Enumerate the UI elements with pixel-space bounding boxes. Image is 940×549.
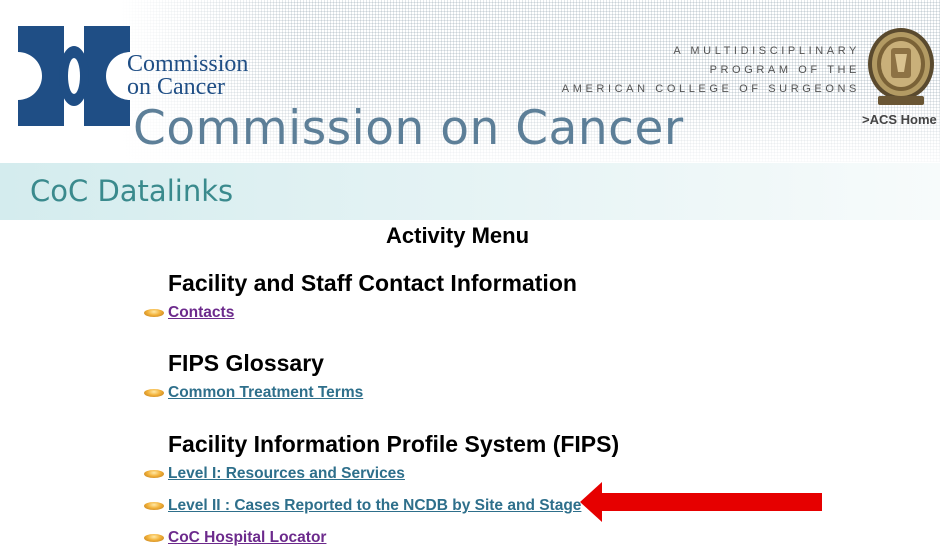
- red-left-arrow-icon: [580, 482, 822, 522]
- menu-link-contacts[interactable]: Contacts: [144, 302, 234, 324]
- coc-logo-icon[interactable]: [18, 26, 130, 126]
- site-title: Commission on Cancer: [133, 101, 684, 156]
- site-header: Commission on Cancer Commission on Cance…: [0, 0, 940, 162]
- link-label[interactable]: Level I: Resources and Services: [168, 465, 405, 483]
- datalinks-title: CoC Datalinks: [30, 174, 234, 208]
- menu-link-level-1[interactable]: Level I: Resources and Services: [144, 463, 405, 485]
- link-label[interactable]: Level II : Cases Reported to the NCDB by…: [168, 497, 581, 515]
- gold-oval-bullet-icon: [144, 389, 164, 397]
- section-heading-fips-glossary: FIPS Glossary: [168, 350, 324, 376]
- logo-line-2: on Cancer: [127, 74, 225, 100]
- logo-wordmark: Commission on Cancer: [127, 51, 249, 100]
- acs-home-link[interactable]: >ACS Home: [862, 112, 937, 127]
- acs-tagline-line-3: AMERICAN COLLEGE OF SURGEONS: [561, 83, 860, 95]
- link-label[interactable]: CoC Hospital Locator: [168, 529, 326, 547]
- menu-link-hospital-locator[interactable]: CoC Hospital Locator: [144, 527, 326, 549]
- section-heading-fips: Facility Information Profile System (FIP…: [168, 431, 620, 457]
- acs-seal-icon[interactable]: [866, 26, 936, 108]
- link-label[interactable]: Common Treatment Terms: [168, 384, 363, 402]
- activity-menu-title: Activity Menu: [386, 223, 530, 248]
- gold-oval-bullet-icon: [144, 309, 164, 317]
- menu-link-common-treatment-terms[interactable]: Common Treatment Terms: [144, 382, 363, 404]
- gold-oval-bullet-icon: [144, 502, 164, 510]
- acs-tagline-line-2: PROGRAM OF THE: [709, 64, 860, 76]
- gold-oval-bullet-icon: [144, 470, 164, 478]
- menu-link-level-2[interactable]: Level II : Cases Reported to the NCDB by…: [144, 495, 581, 517]
- section-heading-contact-info: Facility and Staff Contact Information: [168, 270, 577, 296]
- logo-line-1: Commission: [127, 51, 249, 77]
- gold-oval-bullet-icon: [144, 534, 164, 542]
- acs-tagline-line-1: A MULTIDISCIPLINARY: [673, 45, 860, 57]
- link-label[interactable]: Contacts: [168, 304, 234, 322]
- acs-tagline: A MULTIDISCIPLINARY PROGRAM OF THE AMERI…: [562, 42, 860, 99]
